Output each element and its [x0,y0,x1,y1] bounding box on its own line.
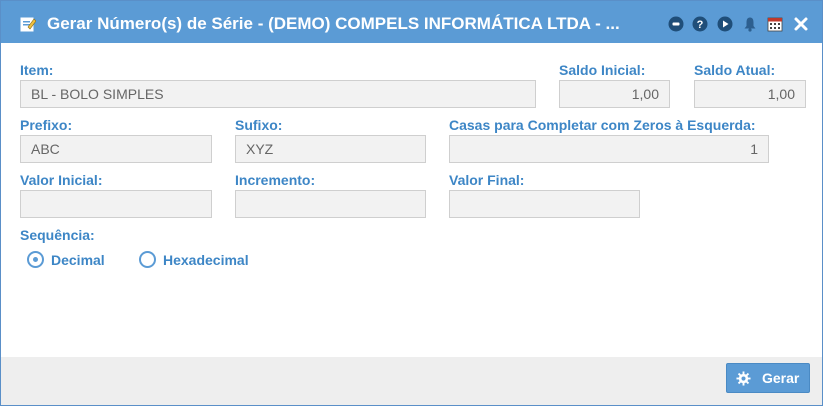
dialog-footer [1,357,822,405]
valor-inicial-field[interactable] [20,190,212,218]
incremento-field[interactable] [235,190,426,218]
valor-inicial-label: Valor Inicial: [20,172,103,188]
gerar-button[interactable]: Gerar [726,363,810,393]
edit-icon [20,17,36,32]
valor-final-label: Valor Final: [449,172,525,188]
calendar-icon[interactable] [767,16,783,32]
bell-icon[interactable] [742,16,758,32]
help-icon[interactable]: ? [692,16,708,32]
saldo-atual-label: Saldo Atual: [694,62,776,78]
sufixo-field[interactable]: XYZ [235,135,426,163]
radio-selected-dot [33,257,38,262]
radio-hexadecimal[interactable] [139,251,156,268]
play-icon[interactable] [717,16,733,32]
prefixo-field[interactable]: ABC [20,135,212,163]
saldo-atual-field[interactable]: 1,00 [694,80,806,108]
gerar-button-label: Gerar [762,370,800,386]
close-icon[interactable] [793,16,809,32]
saldo-inicial-label: Saldo Inicial: [559,62,646,78]
saldo-inicial-field[interactable]: 1,00 [559,80,670,108]
valor-final-field[interactable] [449,190,640,218]
dialog-title: Gerar Número(s) de Série - (DEMO) COMPEL… [47,14,620,33]
sufixo-label: Sufixo: [235,117,283,133]
serial-number-dialog: Gerar Número(s) de Série - (DEMO) COMPEL… [0,0,823,406]
radio-decimal[interactable] [27,251,44,268]
title-bar[interactable]: Gerar Número(s) de Série - (DEMO) COMPEL… [1,1,822,43]
radio-hexadecimal-label[interactable]: Hexadecimal [163,252,249,268]
svg-text:?: ? [697,19,704,31]
casas-label: Casas para Completar com Zeros à Esquerd… [449,117,756,133]
incremento-label: Incremento: [235,172,316,188]
minimize-icon[interactable] [668,16,684,32]
radio-decimal-label[interactable]: Decimal [51,252,105,268]
item-field[interactable]: BL - BOLO SIMPLES [20,80,536,108]
sequencia-label: Sequência: [20,227,95,243]
prefixo-label: Prefixo: [20,117,73,133]
gear-icon [736,371,751,386]
casas-field[interactable]: 1 [449,135,769,163]
item-label: Item: [20,62,54,78]
